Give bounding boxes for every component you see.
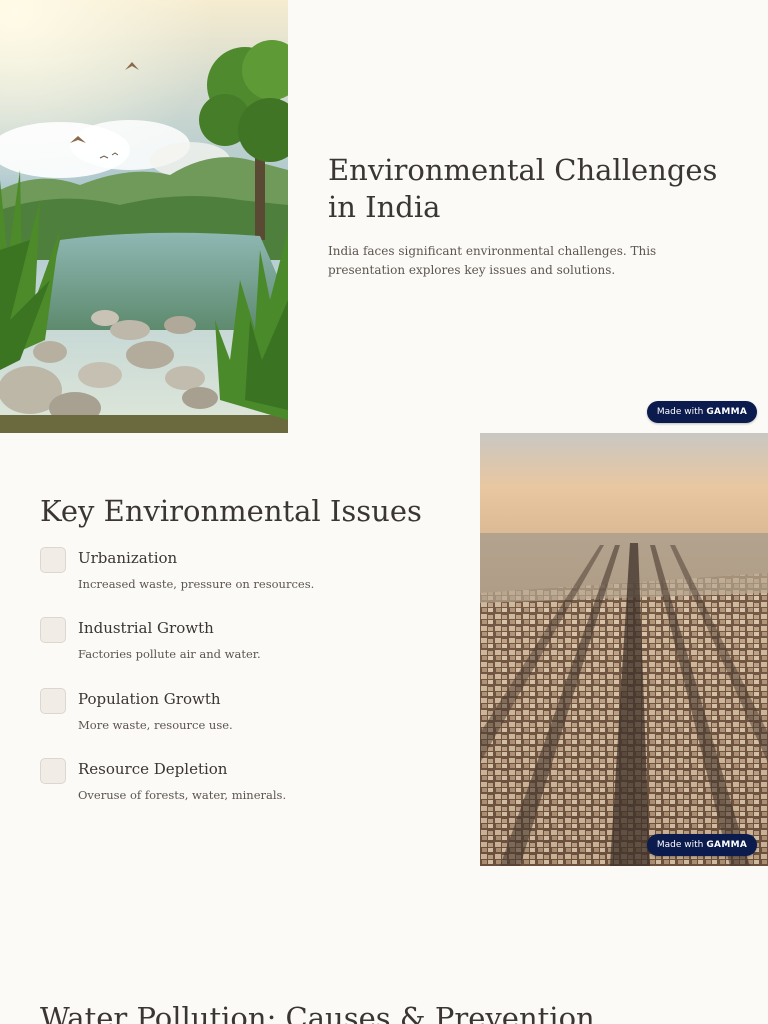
- slide-key-issues: Key Environmental Issues Urbanization In…: [0, 433, 768, 866]
- issue-title: Industrial Growth: [78, 619, 214, 637]
- intro-title: Environmental Challenges in India: [328, 153, 718, 224]
- checkbox[interactable]: [40, 758, 66, 784]
- checkbox[interactable]: [40, 617, 66, 643]
- gamma-logo: GAMMA: [706, 407, 748, 417]
- issue-title: Population Growth: [78, 690, 221, 708]
- issue-title: Urbanization: [78, 549, 178, 567]
- slide-intro: Environmental Challenges in India India …: [0, 0, 768, 433]
- key-issues-title: Key Environmental Issues: [40, 494, 422, 528]
- made-with-gamma-badge[interactable]: Made with GAMMA: [647, 401, 757, 423]
- nature-river-image: [0, 0, 288, 433]
- badge-prefix: Made with: [656, 407, 704, 417]
- city-aerial-image: [480, 433, 768, 866]
- slide-water-pollution: Water Pollution: Causes & Prevention: [0, 866, 768, 1024]
- issue-title: Resource Depletion: [78, 760, 228, 778]
- intro-subtitle: India faces significant environmental ch…: [328, 244, 657, 277]
- checkbox[interactable]: [40, 688, 66, 714]
- issue-desc: More waste, resource use.: [78, 718, 233, 732]
- issue-desc: Increased waste, pressure on resources.: [78, 577, 315, 591]
- badge-prefix: Made with: [656, 840, 704, 850]
- made-with-gamma-badge[interactable]: Made with GAMMA: [647, 834, 757, 856]
- gamma-logo: GAMMA: [706, 840, 748, 850]
- issue-desc: Factories pollute air and water.: [78, 647, 261, 661]
- water-pollution-title: Water Pollution: Causes & Prevention: [40, 1001, 595, 1024]
- checkbox[interactable]: [40, 547, 66, 573]
- issue-desc: Overuse of forests, water, minerals.: [78, 788, 287, 802]
